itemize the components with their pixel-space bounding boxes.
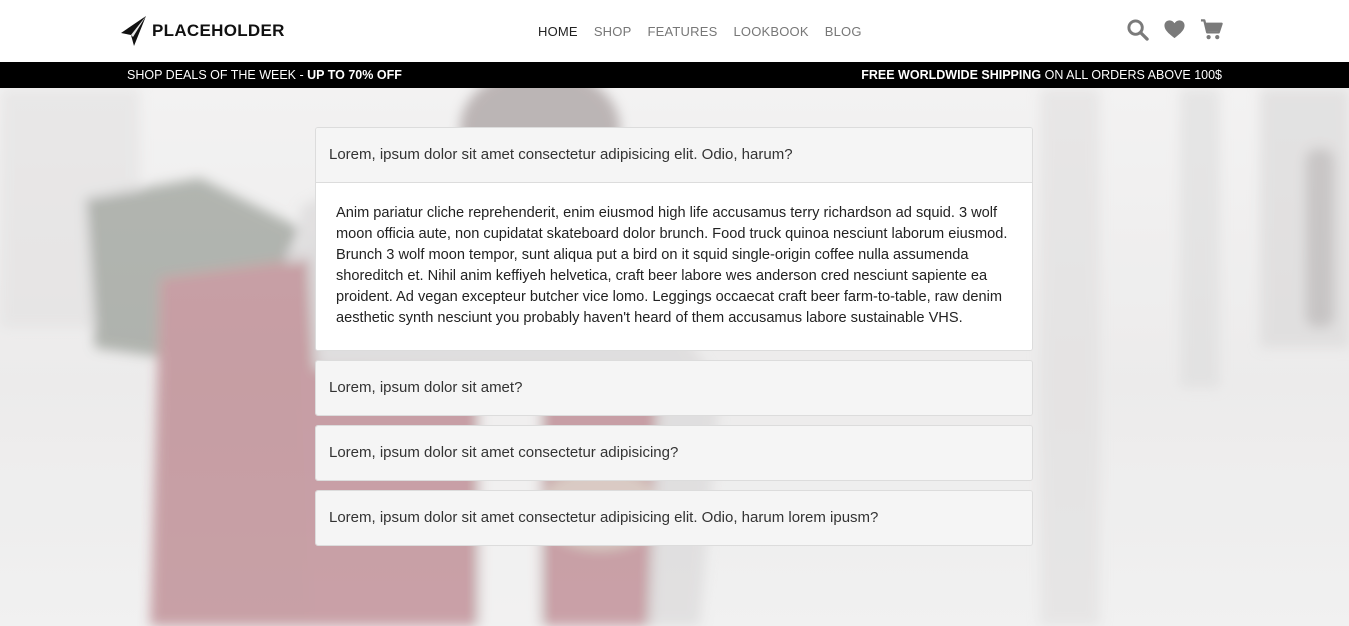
paper-plane-arrow-icon — [121, 16, 146, 46]
faq-question-toggle[interactable]: Lorem, ipsum dolor sit amet? — [316, 361, 1032, 415]
nav-shop[interactable]: SHOP — [594, 24, 632, 39]
shipping-highlight: FREE WORLDWIDE SHIPPING — [861, 68, 1042, 82]
heart-icon[interactable] — [1163, 18, 1186, 41]
header-actions — [1126, 18, 1223, 41]
main-nav: HOME SHOP FEATURES LOOKBOOK BLOG — [538, 24, 862, 39]
faq-question-toggle[interactable]: Lorem, ipsum dolor sit amet consectetur … — [316, 128, 1032, 183]
brand-logo[interactable]: PLACEHOLDER — [120, 14, 285, 48]
nav-blog[interactable]: BLOG — [825, 24, 862, 39]
brand-name: PLACEHOLDER — [152, 21, 285, 40]
faq-item: Lorem, ipsum dolor sit amet? — [315, 360, 1033, 416]
faq-question-toggle[interactable]: Lorem, ipsum dolor sit amet consectetur … — [316, 491, 1032, 545]
promo-bar: SHOP DEALS OF THE WEEK - UP TO 70% OFF F… — [0, 62, 1349, 88]
faq-question-toggle[interactable]: Lorem, ipsum dolor sit amet consectetur … — [316, 426, 1032, 480]
site-header: PLACEHOLDER HOME SHOP FEATURES LOOKBOOK … — [0, 0, 1349, 62]
faq-answer: Anim pariatur cliche reprehenderit, enim… — [316, 183, 1032, 350]
faq-item: Lorem, ipsum dolor sit amet consectetur … — [315, 127, 1033, 351]
nav-features[interactable]: FEATURES — [647, 24, 717, 39]
nav-home[interactable]: HOME — [538, 24, 578, 39]
cart-icon[interactable] — [1200, 18, 1223, 41]
nav-lookbook[interactable]: LOOKBOOK — [733, 24, 808, 39]
discount-highlight: UP TO 70% OFF — [307, 68, 402, 82]
faq-accordion: Lorem, ipsum dolor sit amet consectetur … — [315, 127, 1033, 555]
faq-item: Lorem, ipsum dolor sit amet consectetur … — [315, 490, 1033, 546]
weekly-deals-banner: SHOP DEALS OF THE WEEK - UP TO 70% OFF — [127, 68, 402, 82]
search-icon[interactable] — [1126, 18, 1149, 41]
faq-item: Lorem, ipsum dolor sit amet consectetur … — [315, 425, 1033, 481]
shipping-banner: FREE WORLDWIDE SHIPPING ON ALL ORDERS AB… — [861, 68, 1222, 82]
